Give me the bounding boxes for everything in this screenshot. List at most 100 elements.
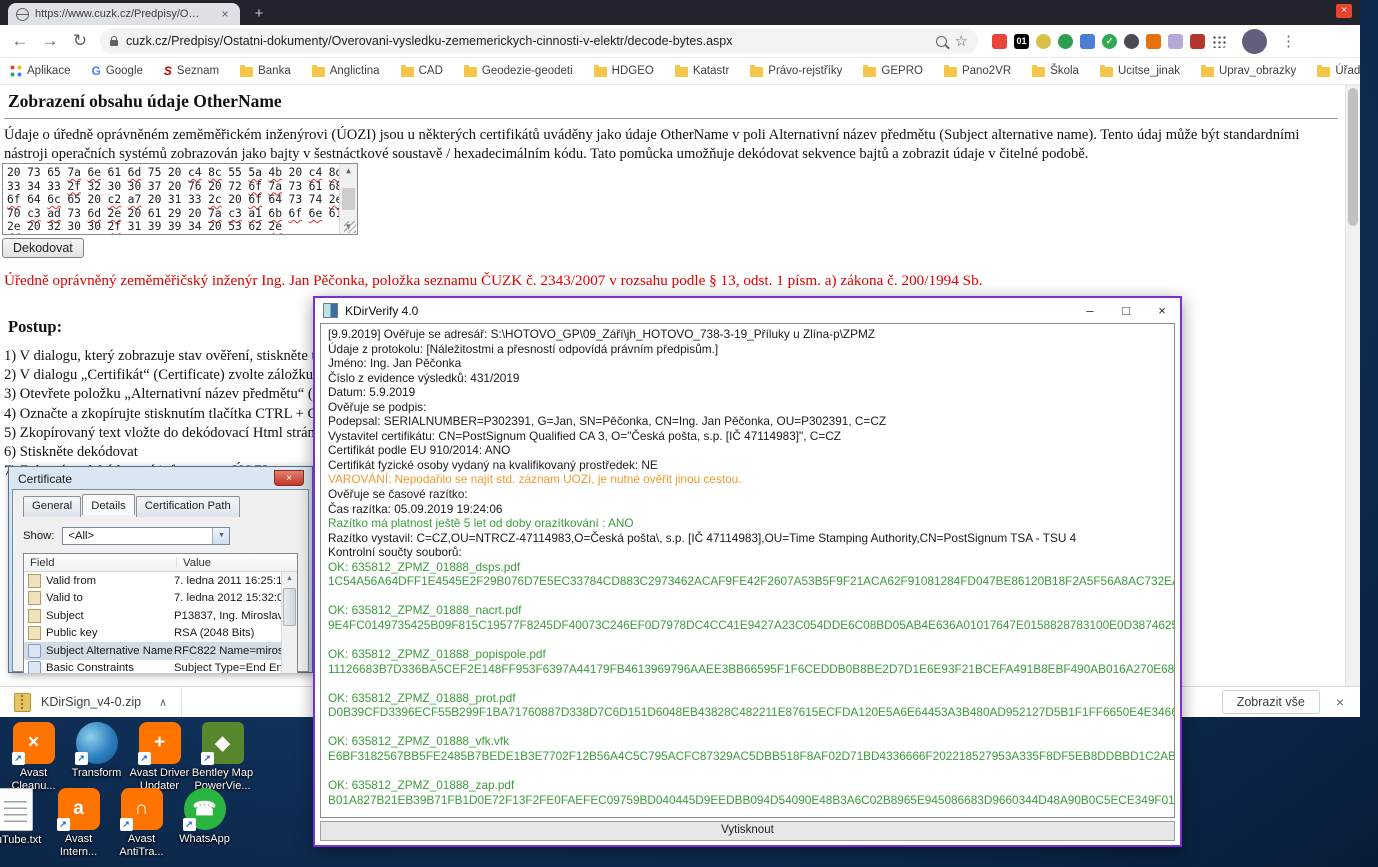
- desktop-icon[interactable]: ◆↗Bentley Map PowerVie...: [191, 722, 254, 793]
- chevron-up-icon[interactable]: ∧: [159, 696, 167, 709]
- bookmark-label: Banka: [258, 65, 291, 77]
- scroll-up-icon[interactable]: ▲: [340, 164, 357, 178]
- scrollbar-thumb[interactable]: [342, 188, 355, 210]
- cert-field-row[interactable]: Valid to7. ledna 2012 15:32:00: [24, 590, 297, 608]
- hex-byte: 8c: [208, 166, 222, 179]
- cert-field-row[interactable]: Subject Alternative NameRFC822 Name=miro…: [24, 642, 297, 660]
- browser-tab[interactable]: https://www.cuzk.cz/Predpisy/O… ×: [8, 3, 240, 25]
- resize-grip[interactable]: [344, 221, 356, 233]
- shortcut-arrow-icon: ↗: [75, 752, 88, 765]
- extension-icon[interactable]: [1146, 34, 1161, 49]
- bookmark-item[interactable]: Anglictina: [312, 64, 380, 78]
- cert-field-row[interactable]: SubjectP13837, Ing. Miroslava Hanuš...: [24, 607, 297, 625]
- bookmark-item[interactable]: Banka: [240, 64, 291, 78]
- reload-icon[interactable]: ↻: [70, 31, 90, 51]
- bookmark-item[interactable]: Úřady: [1317, 64, 1360, 78]
- desktop-icon[interactable]: ∩↗Avast AntiTra...: [110, 788, 173, 859]
- tab-certification-path[interactable]: Certification Path: [136, 496, 240, 517]
- bookmark-item[interactable]: Uprav_obrazky: [1201, 64, 1296, 78]
- divider: [4, 118, 1338, 119]
- maximize-button[interactable]: □: [1108, 298, 1144, 323]
- menu-icon[interactable]: ⋮: [1281, 32, 1293, 50]
- back-icon[interactable]: ←: [10, 31, 30, 51]
- scrollbar[interactable]: ▲: [281, 572, 297, 673]
- certificate-field-icon: [28, 609, 41, 623]
- show-dropdown[interactable]: <All> ▼: [62, 527, 230, 545]
- extension-icon[interactable]: [1080, 34, 1095, 49]
- url-bar[interactable]: cuzk.cz/Predpisy/Ostatni-dokumenty/Overo…: [100, 28, 978, 54]
- hex-byte: 31: [128, 220, 142, 233]
- field-value: 7. ledna 2012 15:32:00: [174, 592, 297, 604]
- tab-general[interactable]: General: [23, 496, 81, 517]
- extension-icon[interactable]: [1124, 34, 1139, 49]
- desktop-icon-label: Avast Intern...: [60, 833, 97, 859]
- cert-field-row[interactable]: Basic ConstraintsSubject Type=End Entity…: [24, 660, 297, 674]
- bookmark-item[interactable]: GGoogle: [91, 64, 142, 78]
- page-scrollbar[interactable]: [1345, 85, 1360, 686]
- tab-close-icon[interactable]: ×: [218, 7, 232, 21]
- search-icon[interactable]: [936, 36, 947, 47]
- extension-icon[interactable]: ✓: [1102, 34, 1117, 49]
- hex-input-textarea[interactable]: 2073657a6e616d7520c48c555a4b20c48d2e2032…: [2, 163, 358, 235]
- hex-byte: 55: [228, 166, 242, 179]
- bookmark-item[interactable]: HDGEO: [594, 64, 654, 78]
- scrollbar-thumb[interactable]: [1348, 88, 1358, 226]
- hex-byte: 39: [148, 220, 162, 233]
- print-button[interactable]: Vytisknout: [320, 821, 1175, 841]
- download-filename[interactable]: KDirSign_v4-0.zip: [41, 695, 141, 709]
- desktop-icon[interactable]: +↗Avast Driver Updater: [128, 722, 191, 793]
- desktop-icon[interactable]: ouTube.txt: [0, 788, 47, 859]
- textfile-icon: [0, 788, 33, 831]
- hex-byte: 61: [309, 180, 323, 193]
- decode-button[interactable]: Dekodovat: [2, 238, 84, 258]
- desktop-icon[interactable]: ×↗Avast Cleanu...: [2, 722, 65, 793]
- extension-icon[interactable]: [992, 34, 1007, 49]
- bookmark-item[interactable]: Katastr: [675, 64, 729, 78]
- bookmark-item[interactable]: Právo-rejstříky: [750, 64, 842, 78]
- extension-icon[interactable]: [1058, 34, 1073, 49]
- extension-icon[interactable]: [1168, 34, 1183, 49]
- bookmark-item[interactable]: Geodezie-geodeti: [464, 64, 573, 78]
- hex-byte: 74: [309, 193, 323, 206]
- desktop-icon[interactable]: a↗Avast Intern...: [47, 788, 110, 859]
- scrollbar-thumb[interactable]: [283, 588, 296, 626]
- star-icon[interactable]: ☆: [955, 32, 968, 50]
- bookmark-item[interactable]: Škola: [1032, 64, 1079, 78]
- extension-icon[interactable]: [1212, 35, 1226, 48]
- tab-details[interactable]: Details: [82, 494, 135, 515]
- bookmark-label: Google: [106, 65, 143, 77]
- bookmark-label: HDGEO: [612, 65, 654, 77]
- chevron-down-icon[interactable]: ▼: [212, 528, 229, 544]
- window-titlebar[interactable]: KDirVerify 4.0 – □ ×: [315, 298, 1180, 323]
- minimize-button[interactable]: –: [1072, 298, 1108, 323]
- show-all-downloads-button[interactable]: Zobrazit vše: [1222, 690, 1320, 714]
- desktop-icon[interactable]: ↗Transform: [65, 722, 128, 793]
- bookmark-item[interactable]: CAD: [401, 64, 443, 78]
- avatar[interactable]: [1242, 29, 1267, 54]
- window-close-icon[interactable]: ×: [1336, 4, 1352, 18]
- close-icon[interactable]: ×: [274, 470, 304, 486]
- url-text[interactable]: cuzk.cz/Predpisy/Ostatni-dokumenty/Overo…: [126, 34, 928, 48]
- verify-line: [328, 763, 1167, 778]
- desktop-icon[interactable]: ☎↗WhatsApp: [173, 788, 236, 859]
- folder-icon: [1032, 67, 1045, 77]
- cert-field-row[interactable]: Valid from7. ledna 2011 16:25:17: [24, 572, 297, 590]
- close-button[interactable]: ×: [1144, 298, 1180, 323]
- cert-field-row[interactable]: Public keyRSA (2048 Bits): [24, 625, 297, 643]
- shortcut-arrow-icon: ↗: [138, 752, 151, 765]
- bookmark-item[interactable]: Pano2VR: [944, 64, 1011, 78]
- bookmark-item[interactable]: SSeznam: [164, 64, 219, 78]
- extension-icon[interactable]: [1036, 34, 1051, 49]
- hex-byte: 6e: [309, 207, 323, 220]
- bookmark-item[interactable]: Ucitse_jinak: [1100, 64, 1180, 78]
- bookmark-item[interactable]: Aplikace: [10, 64, 70, 78]
- forward-icon[interactable]: →: [40, 31, 60, 51]
- folder-icon: [1317, 67, 1330, 77]
- extension-icon[interactable]: 01: [1014, 34, 1029, 49]
- new-tab-button[interactable]: +: [250, 5, 268, 22]
- hex-byte: a7: [128, 193, 142, 206]
- extension-icon[interactable]: [1190, 34, 1205, 49]
- scroll-up-icon[interactable]: ▲: [282, 572, 297, 586]
- bookmark-item[interactable]: GEPRO: [863, 64, 923, 78]
- close-shelf-icon[interactable]: ×: [1336, 694, 1344, 710]
